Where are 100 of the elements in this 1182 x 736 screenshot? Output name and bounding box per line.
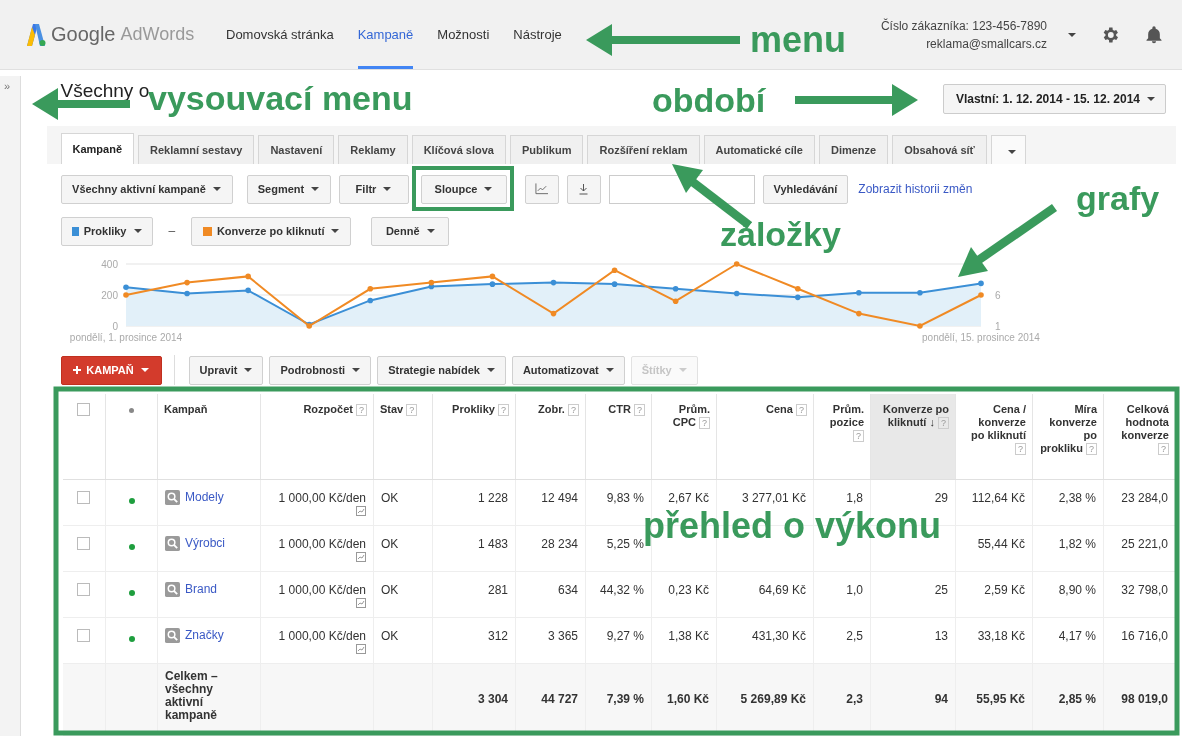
- column-header[interactable]: Prům. pozice ?: [813, 394, 871, 479]
- metric-dropdown[interactable]: Prokliky: [60, 216, 153, 246]
- campaign-link[interactable]: Brand: [185, 582, 218, 596]
- caret-icon: [1007, 150, 1016, 154]
- tab[interactable]: Reklamní sestavy: [138, 135, 255, 164]
- add-campaign-button[interactable]: KAMPAŇ: [60, 355, 162, 385]
- caret-icon: [1068, 32, 1076, 37]
- column-header[interactable]: CTR ?: [585, 394, 652, 479]
- table-cell: 3 365: [515, 617, 586, 663]
- column-header[interactable]: Konverze po kliknutí ↓ ?: [870, 394, 956, 479]
- nav-tab[interactable]: Kampaně: [357, 0, 414, 69]
- annotation-label: záložky: [720, 216, 841, 254]
- campaign-filter-dropdown[interactable]: Všechny aktivní kampaně: [60, 174, 233, 204]
- chart-icon[interactable]: [356, 505, 366, 516]
- search-icon: [165, 581, 180, 597]
- segment-dropdown[interactable]: Segment: [246, 174, 331, 204]
- column-header[interactable]: Prokliky ?: [432, 394, 516, 479]
- table-cell: 2,59 Kč: [955, 571, 1033, 617]
- campaign-link[interactable]: Modely: [185, 490, 224, 504]
- data-point: [550, 310, 556, 317]
- chart-icon[interactable]: [356, 551, 366, 562]
- checkbox[interactable]: [77, 490, 91, 504]
- tab[interactable]: Rozšíření reklam: [587, 135, 700, 164]
- chart-toggle-button[interactable]: [524, 174, 559, 204]
- interval-dropdown[interactable]: Denně: [371, 216, 450, 246]
- column-header[interactable]: Cena / konverze po kliknutí ?: [955, 394, 1033, 479]
- nav-tab[interactable]: Nástroje: [513, 0, 562, 69]
- table-cell: OK: [373, 571, 433, 617]
- tab[interactable]: Kampaně: [60, 133, 135, 164]
- axis-tick-label: 0: [111, 321, 118, 332]
- search-button[interactable]: Vyhledávání: [762, 174, 849, 204]
- caret-icon: [212, 187, 221, 191]
- date-range-dropdown[interactable]: Vlastní: 1. 12. 2014 - 15. 12. 2014: [942, 84, 1166, 114]
- action-dropdown[interactable]: Podrobnosti: [269, 355, 372, 385]
- tab[interactable]: Klíčová slova: [411, 135, 506, 164]
- annotation-label: období: [652, 82, 766, 120]
- column-header[interactable]: Rozpočet ?: [260, 394, 374, 479]
- campaign-link[interactable]: Značky: [185, 628, 224, 642]
- column-header[interactable]: Míra konverze po prokliku ?: [1032, 394, 1104, 479]
- data-point: [672, 298, 678, 304]
- table-cell: 1,0: [813, 571, 871, 617]
- data-point: [611, 281, 617, 287]
- checkbox[interactable]: [77, 628, 91, 642]
- table-cell: 16 716,0: [1103, 617, 1176, 663]
- action-dropdown[interactable]: Automatizovat: [511, 355, 625, 385]
- column-header[interactable]: Celková hodnota konverze ?: [1103, 394, 1176, 479]
- change-history-link[interactable]: Zobrazit historii změn: [858, 182, 973, 196]
- table-cell: 2,5: [813, 617, 871, 663]
- download-button[interactable]: [566, 174, 601, 204]
- action-dropdown[interactable]: Upravit: [188, 355, 264, 385]
- account-email: reklama@smallcars.cz: [926, 36, 1047, 51]
- table-cell: 44,32 %: [585, 571, 652, 617]
- table-cell: OK: [373, 479, 433, 525]
- data-point: [794, 286, 801, 292]
- more-tabs-button[interactable]: [990, 135, 1026, 164]
- line-chart-icon: [535, 183, 548, 195]
- tab[interactable]: Nastavení: [258, 135, 335, 164]
- plus-icon: [73, 366, 82, 374]
- tab[interactable]: Publikum: [509, 135, 584, 164]
- table-cell: 281: [432, 571, 516, 617]
- checkbox[interactable]: [77, 536, 91, 550]
- caret-icon: [426, 229, 435, 233]
- chart-icon[interactable]: [356, 643, 366, 654]
- sidebar-toggle[interactable]: »: [0, 76, 14, 92]
- campaign-link[interactable]: Výrobci: [185, 536, 225, 550]
- column-header[interactable]: Cena ?: [716, 394, 814, 479]
- caret-icon: [383, 187, 392, 191]
- logo-icon: [26, 23, 46, 46]
- table-cell: 2,38 %: [1032, 479, 1104, 525]
- nav-tab[interactable]: Domovská stránka: [226, 0, 334, 69]
- column-header[interactable]: Kampaň: [157, 394, 261, 479]
- table-cell: OK: [373, 617, 433, 663]
- tab[interactable]: Dimenze: [818, 135, 889, 164]
- annotation-label: menu: [750, 20, 846, 60]
- checkbox[interactable]: [77, 582, 91, 596]
- column-header[interactable]: Stav ?: [373, 394, 433, 479]
- table-cell-text: 1 000,00 Kč/den: [277, 536, 366, 551]
- chart-icon[interactable]: [356, 597, 366, 608]
- axis-tick-label: pondělí, 15. prosince 2014: [921, 332, 1040, 343]
- nav-tab[interactable]: Možnosti: [437, 0, 490, 69]
- tab[interactable]: Reklamy: [338, 135, 408, 164]
- search-icon: [165, 627, 180, 643]
- columns-dropdown[interactable]: Sloupce: [420, 174, 507, 204]
- metric-dropdown[interactable]: Konverze po kliknutí: [191, 216, 352, 246]
- column-header[interactable]: Zobr. ?: [515, 394, 586, 479]
- filter-dropdown[interactable]: Filtr: [338, 174, 409, 204]
- column-header[interactable]: Prům. CPC ?: [651, 394, 717, 479]
- caret-icon: [133, 229, 142, 233]
- caret-icon: [1147, 97, 1155, 101]
- table-cell: 28 234: [515, 525, 586, 571]
- tab[interactable]: Obsahová síť: [892, 135, 987, 164]
- tab[interactable]: Automatické cíle: [703, 135, 815, 164]
- notification-bell-icon[interactable]: [1144, 24, 1164, 45]
- checkbox[interactable]: [77, 403, 91, 416]
- annotation-label: grafy: [1076, 180, 1160, 218]
- data-point: [977, 280, 984, 287]
- caret-icon: [352, 368, 361, 372]
- table-cell: 1,38 Kč: [651, 617, 717, 663]
- action-dropdown[interactable]: Strategie nabídek: [377, 355, 506, 385]
- caret-icon: [484, 187, 493, 191]
